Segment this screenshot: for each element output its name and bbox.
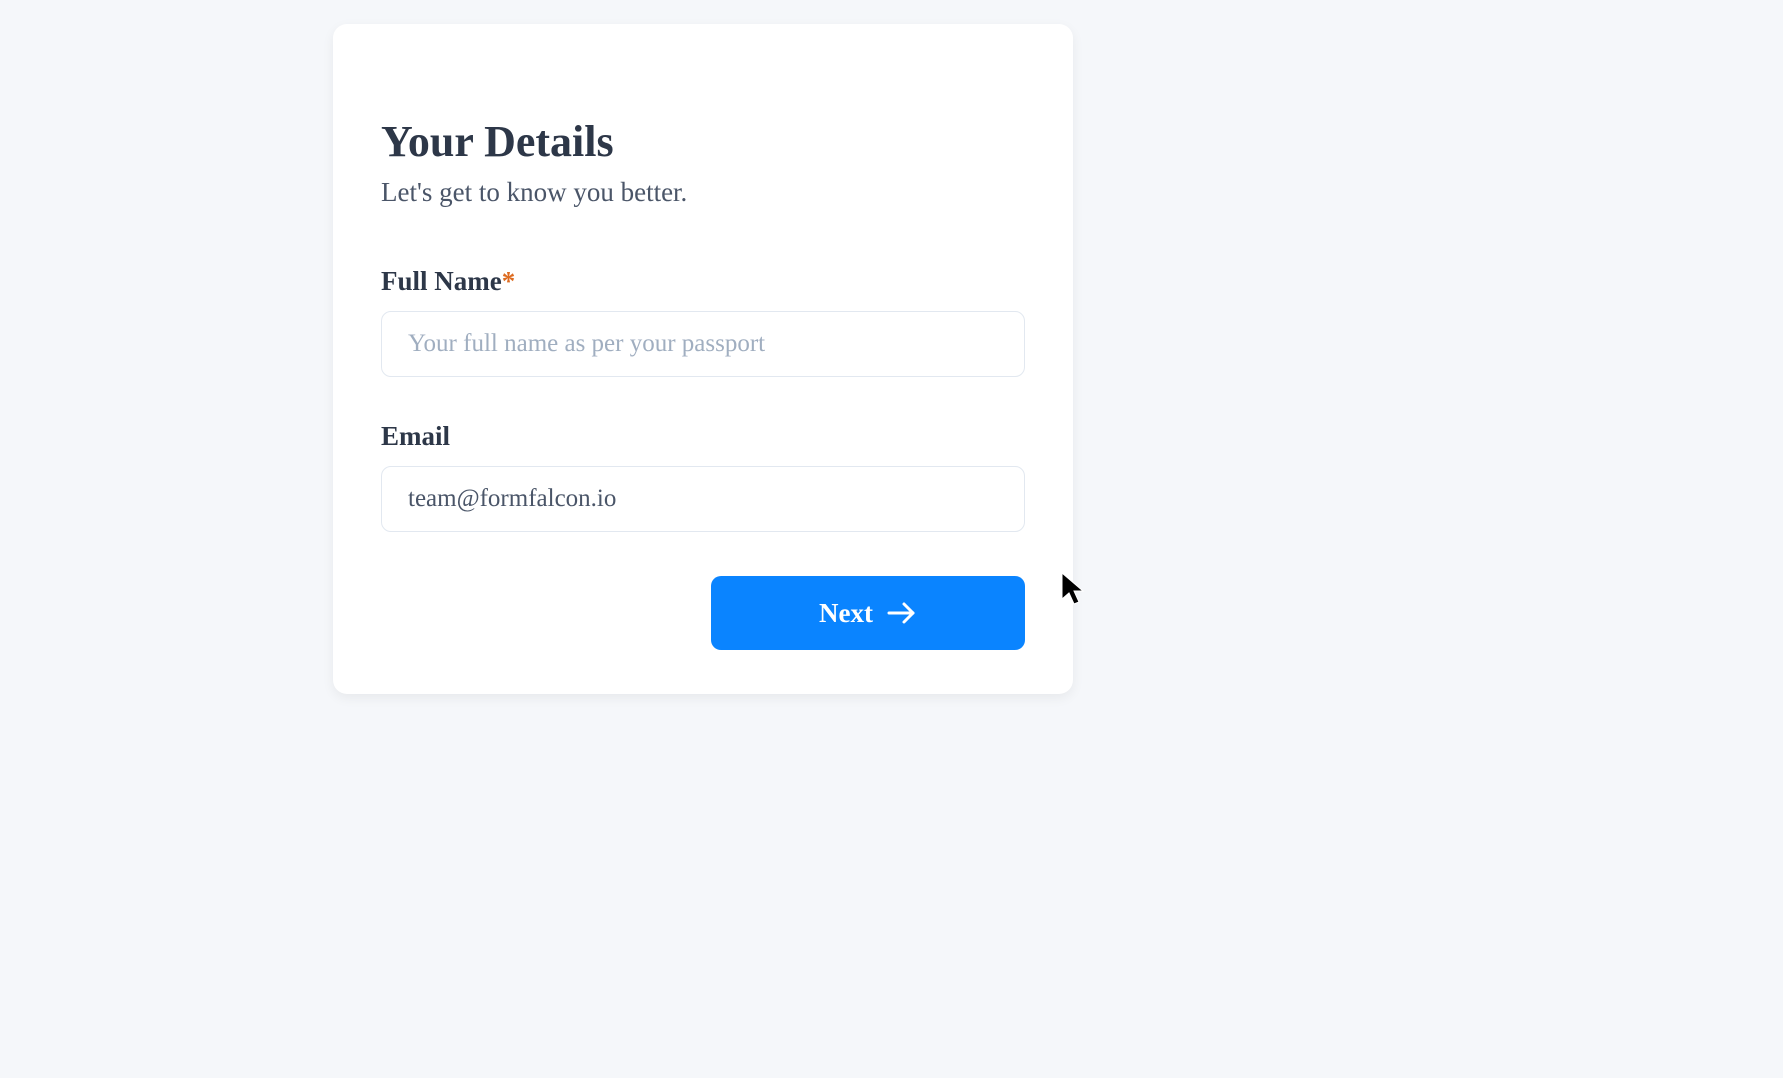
button-row: Next (381, 576, 1025, 650)
email-label: Email (381, 421, 1025, 452)
email-group: Email (381, 421, 1025, 532)
form-subtitle: Let's get to know you better. (381, 177, 1025, 208)
next-button[interactable]: Next (711, 576, 1025, 650)
full-name-input[interactable] (381, 311, 1025, 377)
arrow-right-icon (887, 601, 917, 625)
full-name-label: Full Name* (381, 266, 1025, 297)
email-field[interactable] (381, 466, 1025, 532)
form-card: Your Details Let's get to know you bette… (333, 24, 1073, 694)
full-name-group: Full Name* (381, 266, 1025, 377)
required-asterisk: * (502, 266, 516, 296)
full-name-label-text: Full Name (381, 266, 502, 296)
next-button-label: Next (819, 598, 873, 629)
form-title: Your Details (381, 116, 1025, 167)
